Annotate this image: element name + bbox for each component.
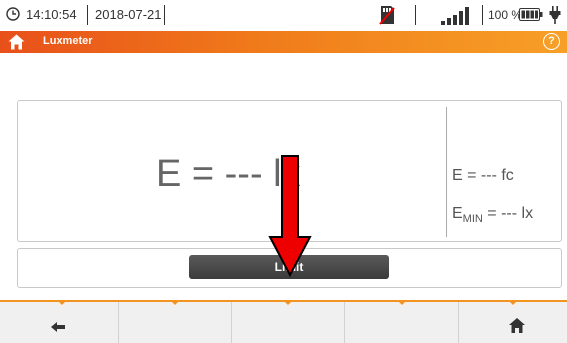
toolbar-notch [283, 300, 293, 305]
toolbar-button-2[interactable] [119, 302, 232, 343]
home-icon [509, 318, 525, 333]
emin-suffix: = --- lx [482, 205, 534, 222]
emin-value: EMIN = --- lx [452, 205, 533, 225]
app-header: Luxmeter ? [0, 31, 567, 53]
toolbar-button-back[interactable] [0, 302, 119, 343]
toolbar-button-home[interactable] [459, 302, 567, 343]
status-separator [164, 5, 165, 25]
plug-icon [549, 6, 561, 24]
battery-icon [519, 8, 543, 21]
signal-icon [441, 7, 469, 25]
status-separator [87, 5, 88, 25]
toolbar-notch [170, 300, 180, 305]
footcandle-value: E = --- fc [452, 167, 514, 184]
status-bar: 14:10:54 2018-07-21 100 % [0, 0, 567, 30]
status-time: 14:10:54 [26, 7, 77, 22]
toolbar-notch [508, 300, 518, 305]
toolbar-notch [397, 300, 407, 305]
emin-subscript: MIN [462, 213, 483, 226]
status-separator [482, 5, 483, 25]
toolbar-button-4[interactable] [345, 302, 459, 343]
panel-divider [446, 107, 447, 237]
bottom-toolbar [0, 300, 567, 343]
battery-percent: 100 % [488, 8, 523, 22]
back-arrow-icon [51, 322, 65, 332]
sd-card-icon [379, 6, 395, 25]
clock-icon [6, 7, 20, 21]
emin-prefix: E [452, 205, 463, 222]
red-arrow-annotation [268, 155, 312, 277]
home-icon[interactable] [8, 34, 25, 50]
status-separator [415, 5, 416, 25]
toolbar-button-3[interactable] [232, 302, 345, 343]
help-icon[interactable]: ? [543, 33, 560, 50]
status-date: 2018-07-21 [95, 7, 162, 22]
page-title: Luxmeter [43, 35, 93, 47]
toolbar-notch [57, 300, 67, 305]
